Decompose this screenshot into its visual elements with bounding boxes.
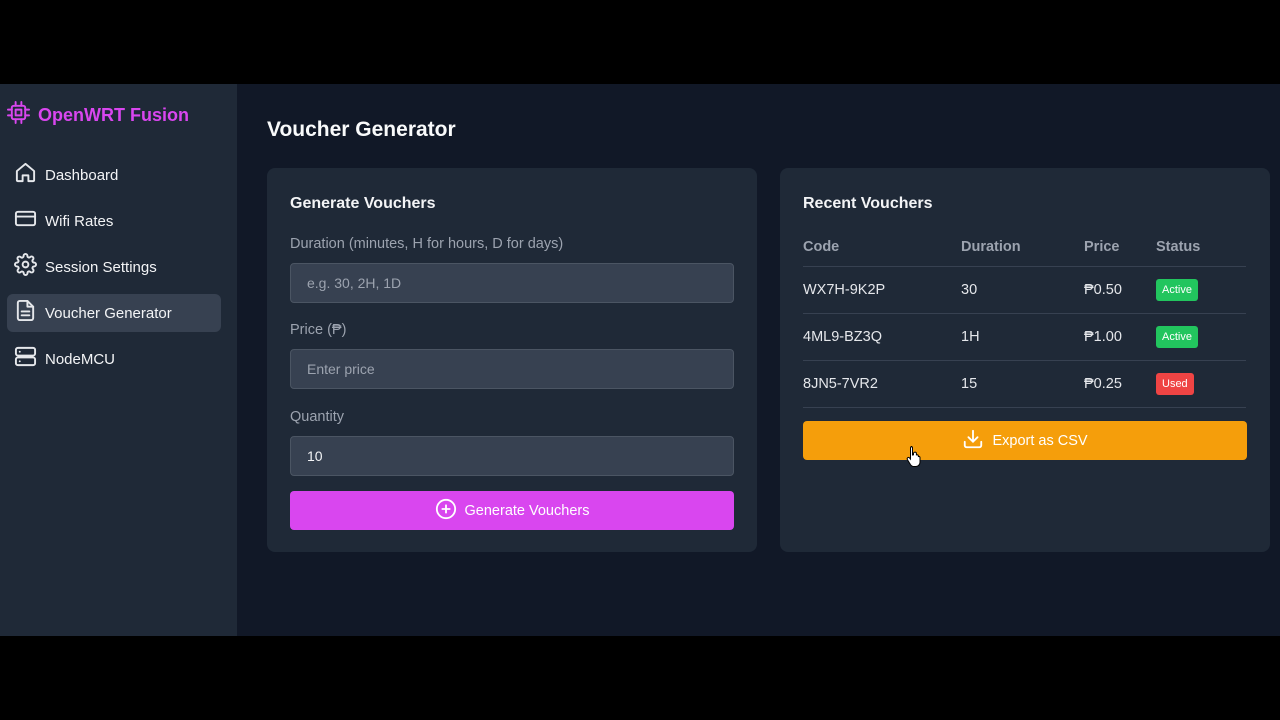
page-title: Voucher Generator <box>267 118 456 141</box>
brand[interactable]: OpenWRT Fusion <box>7 101 189 129</box>
table-row[interactable]: 8JN5-7VR2 15 ₱0.25 Used <box>803 360 1246 408</box>
sidebar-item-label: Dashboard <box>45 166 119 184</box>
gear-icon <box>14 253 45 281</box>
sidebar-item-label: Session Settings <box>45 258 157 276</box>
sidebar-item-label: Voucher Generator <box>45 304 172 322</box>
voucher-duration: 15 <box>961 360 1084 408</box>
status-badge: Used <box>1156 372 1194 395</box>
table-row[interactable]: 4ML9-BZ3Q 1H ₱1.00 Active <box>803 313 1246 361</box>
duration-label: Duration (minutes, H for hours, D for da… <box>290 236 564 252</box>
duration-input[interactable] <box>290 263 734 303</box>
voucher-code: WX7H-9K2P <box>803 266 961 314</box>
card-title: Recent Vouchers <box>803 195 933 212</box>
cpu-icon <box>7 101 30 129</box>
document-icon <box>14 299 45 327</box>
card-title: Generate Vouchers <box>290 195 436 212</box>
column-header-code[interactable]: Code <box>803 228 961 267</box>
home-icon <box>14 161 45 189</box>
status-badge: Active <box>1156 325 1198 348</box>
voucher-price: ₱0.25 <box>1084 360 1156 408</box>
generate-button-label: Generate Vouchers <box>464 502 590 519</box>
sidebar: OpenWRT Fusion Dashboard Wifi Rates Sess… <box>0 84 237 636</box>
voucher-code: 8JN5-7VR2 <box>803 360 961 408</box>
column-header-status[interactable]: Status <box>1156 228 1246 267</box>
sidebar-item-wifi-rates[interactable]: Wifi Rates <box>7 202 221 240</box>
sidebar-item-label: Wifi Rates <box>45 212 114 230</box>
quantity-label: Quantity <box>290 409 344 425</box>
export-csv-button[interactable]: Export as CSV <box>803 421 1247 460</box>
status-badge: Active <box>1156 278 1198 301</box>
sidebar-item-nodemcu[interactable]: NodeMCU <box>7 340 221 378</box>
column-header-duration[interactable]: Duration <box>961 228 1084 267</box>
column-header-price[interactable]: Price <box>1084 228 1156 267</box>
generate-vouchers-button[interactable]: Generate Vouchers <box>290 491 734 530</box>
hand-cursor-icon <box>906 446 921 467</box>
download-icon <box>962 428 984 454</box>
voucher-price: ₱0.50 <box>1084 266 1156 314</box>
voucher-duration: 30 <box>961 266 1084 314</box>
voucher-price: ₱1.00 <box>1084 313 1156 361</box>
table-row[interactable]: WX7H-9K2P 30 ₱0.50 Active <box>803 266 1246 314</box>
sidebar-item-label: NodeMCU <box>45 350 116 368</box>
vouchers-table: Code Duration Price Status WX7H-9K2P 30 … <box>803 228 1246 408</box>
export-button-label: Export as CSV <box>992 432 1088 449</box>
table-header-row: Code Duration Price Status <box>803 228 1246 267</box>
price-label: Price (₱) <box>290 322 347 338</box>
quantity-input[interactable] <box>290 436 734 476</box>
sidebar-item-session-settings[interactable]: Session Settings <box>7 248 221 286</box>
app-window: OpenWRT Fusion Dashboard Wifi Rates Sess… <box>0 84 1280 636</box>
sidebar-item-dashboard[interactable]: Dashboard <box>7 156 221 194</box>
recent-vouchers-card: Recent Vouchers Code Duration Price Stat… <box>780 168 1270 552</box>
voucher-duration: 1H <box>961 313 1084 361</box>
sidebar-nav: Dashboard Wifi Rates Session Settings Vo… <box>7 156 221 386</box>
server-icon <box>14 345 45 373</box>
plus-circle-icon <box>435 498 457 524</box>
main-content: Voucher Generator Generate Vouchers Dura… <box>237 84 1280 636</box>
credit-card-icon <box>14 207 45 235</box>
sidebar-item-voucher-generator[interactable]: Voucher Generator <box>7 294 221 332</box>
brand-name: OpenWRT Fusion <box>38 104 189 125</box>
price-input[interactable] <box>290 349 734 389</box>
generate-vouchers-card: Generate Vouchers Duration (minutes, H f… <box>267 168 757 552</box>
voucher-code: 4ML9-BZ3Q <box>803 313 961 361</box>
